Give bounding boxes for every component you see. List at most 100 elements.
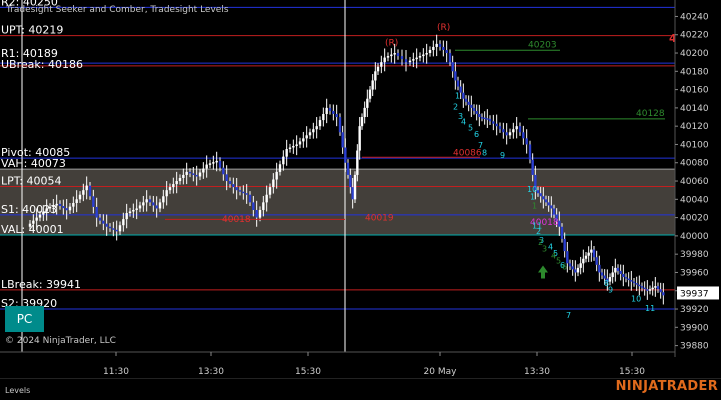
candle-body [418,56,422,58]
candle-body [192,173,195,175]
candle-body [462,92,465,99]
reversal-mark: (R) [385,39,398,49]
candle-body [332,110,335,114]
price-tick-label: 39960 [680,268,709,278]
candle-body [178,177,182,182]
candle-body [356,150,359,175]
candle-body [68,206,72,211]
candle-body [338,117,342,133]
candle-body [495,123,498,127]
candle-body [560,226,564,239]
candle-body [396,53,400,57]
candle-body [138,205,142,209]
candle-body [515,126,518,130]
candle-body [105,223,108,227]
candle-body [288,147,292,150]
count-label: 3 [542,244,547,253]
candle-body [518,126,522,133]
candle-body [363,107,366,118]
candle-body [525,138,528,145]
candle-body [78,194,82,200]
price-tick-label: 40120 [680,122,709,132]
candle-body [428,49,432,54]
candle-body [483,117,486,120]
candle-body [358,126,361,151]
candle-body [486,118,489,120]
price-tick-label: 40140 [680,104,709,114]
candle-body [448,53,452,63]
candle-body [508,132,512,136]
price-tick-label: 40080 [680,159,709,169]
candle-body [351,187,354,200]
candle-body [467,101,470,105]
candle-body [582,258,585,264]
price-tick-label: 40020 [680,214,709,224]
count-label: 2 [536,227,541,236]
candle-body [542,196,545,200]
candle-body [415,57,418,60]
level-label-LBreak: UBreak: 40186 [1,58,83,71]
candle-body [292,145,295,148]
candle-body [600,272,604,276]
count-label: 10 [631,295,641,304]
price-tick-label: 40100 [680,140,709,150]
count-label: 8 [482,148,487,157]
time-tick-label: 13:30 [524,367,550,377]
count-label: 5 [468,124,473,133]
candle-body [275,171,278,180]
tab-levels[interactable]: Levels [5,386,30,395]
level-label-VAL: VAL: 40001 [1,223,64,236]
candle-body [550,205,553,209]
candle-body [298,141,302,145]
candle-body [155,205,158,209]
price-tick-label: 40240 [680,12,709,22]
candle-body [522,132,525,139]
candle-body [205,164,208,169]
price-axis[interactable]: 40240 40220 40200 40180 40160 40140 40120 40100… [674,0,721,357]
candle-body [118,225,122,232]
candle-body [568,263,572,267]
price-tick-label: 39880 [680,342,709,352]
candle-body [272,179,275,188]
footer-divider [0,378,721,379]
candle-body [265,194,268,203]
green-level-label: 40203 [528,41,557,51]
candle-body [478,113,481,118]
candle-body [608,277,612,282]
candle-body [502,129,505,133]
candle-body [198,172,202,177]
candle-body [386,56,390,58]
candle-body [635,283,638,285]
candle-body [616,267,620,271]
price-tick-label: 39920 [680,305,709,315]
red-level-label: 40019 [365,213,394,223]
candle-body [638,284,641,287]
candle-body [640,286,644,288]
candle-body [344,147,347,163]
candle-body [58,203,62,207]
candle-body [539,193,542,197]
level-label-UPT: UPT: 40219 [1,24,63,37]
count-label: 6 [562,263,567,272]
candle-body [282,156,285,165]
candle-body [646,289,649,291]
time-tick-label: 13:30 [198,367,224,377]
candle-body [172,184,175,188]
candle-body [374,71,377,81]
price-tick-label: 39980 [680,250,709,260]
candle-body [563,238,566,252]
candle-body [592,249,596,258]
candle-body [328,107,332,111]
candle-body [475,110,478,114]
pc-button[interactable]: PC [5,306,44,332]
candle-body [65,208,68,211]
level-label-LBreak2: LBreak: 39941 [1,278,81,291]
candle-body [88,185,92,197]
candle-body [576,267,580,273]
candle-body [531,159,534,175]
candle-body [168,187,172,191]
candle-body [158,202,162,209]
candle-body [242,191,245,194]
level-label-VAH: VAH: 40073 [1,157,66,170]
price-tick-label: 40200 [680,49,709,59]
